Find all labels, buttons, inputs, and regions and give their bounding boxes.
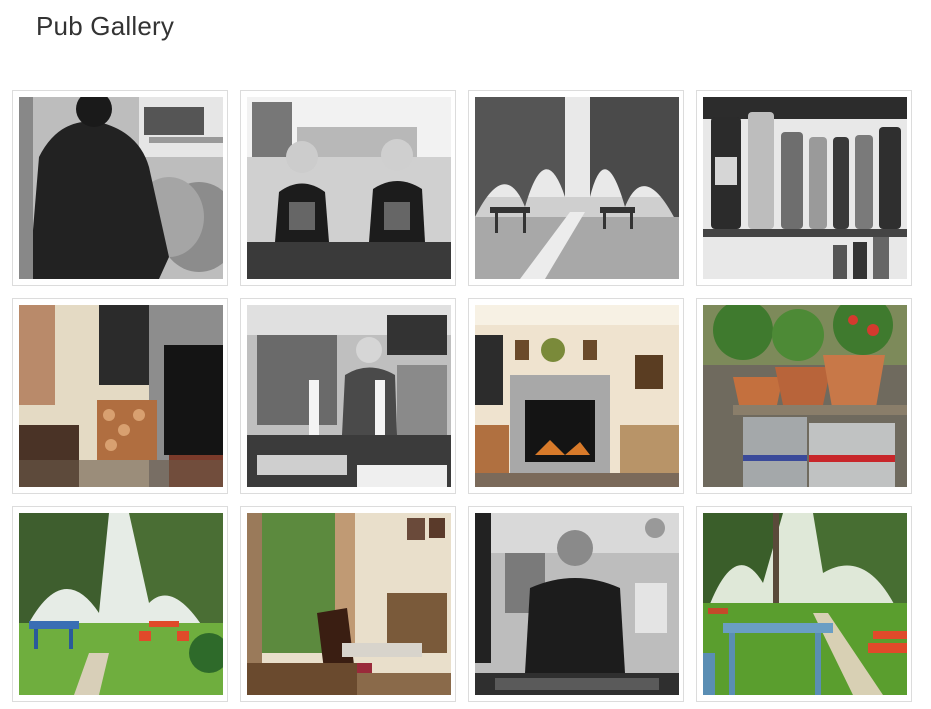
page: Pub Gallery (0, 0, 931, 709)
gallery-thumbnail[interactable] (240, 90, 456, 286)
photo-landlord-pumps (247, 305, 451, 487)
gallery-thumbnail[interactable] (468, 298, 684, 494)
gallery-thumbnail[interactable] (12, 298, 228, 494)
gallery-thumbnail[interactable] (696, 506, 912, 702)
photo-fireplace-logs (19, 305, 223, 487)
gallery-thumbnail[interactable] (240, 298, 456, 494)
gallery-thumbnail[interactable] (240, 506, 456, 702)
photo-landlord-behind-bar (475, 513, 679, 695)
photo-garden-path (475, 97, 679, 279)
gallery-thumbnail[interactable] (12, 90, 228, 286)
photo-gallery (12, 90, 922, 704)
gallery-thumbnail[interactable] (468, 90, 684, 286)
photo-beer-garden-lawn (703, 513, 907, 695)
photo-window-chairs (247, 513, 451, 695)
gallery-thumbnail[interactable] (12, 506, 228, 702)
photo-beer-garden-blue-table (19, 513, 223, 695)
gallery-thumbnail[interactable] (696, 298, 912, 494)
photo-spirits-shelf (703, 97, 907, 279)
page-title: Pub Gallery (36, 11, 175, 41)
gallery-thumbnail[interactable] (696, 90, 912, 286)
photo-bartender-keg (19, 97, 223, 279)
photo-two-barmaids (247, 97, 451, 279)
gallery-thumbnail[interactable] (468, 506, 684, 702)
photo-fireplace-room (475, 305, 679, 487)
photo-flower-pots-kegs (703, 305, 907, 487)
